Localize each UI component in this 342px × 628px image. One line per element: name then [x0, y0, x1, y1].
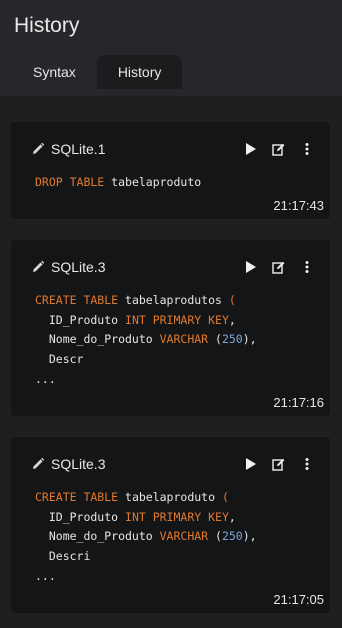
sql-line: CREATE TABLE tabelaproduto ( [35, 488, 257, 508]
edit-in-editor-icon[interactable] [272, 142, 286, 156]
edit-in-editor-icon[interactable] [272, 260, 286, 274]
more-vertical-icon[interactable] [300, 260, 314, 274]
sql-preview: DROP TABLE tabelaproduto [35, 173, 201, 193]
sql-text: , [228, 509, 236, 524]
pencil-icon[interactable] [31, 142, 45, 156]
sql-keyword: CREATE TABLE [35, 293, 119, 307]
sql-keyword: VARCHAR [159, 332, 209, 347]
history-entry[interactable]: SQLite.3 CREATE TABLE tabelaprodutos ( I… [11, 240, 330, 416]
entry-timestamp: 21:17:05 [273, 592, 324, 607]
sql-text: ( [208, 529, 222, 544]
sql-keyword: INT PRIMARY KEY [125, 312, 229, 327]
sql-text: Nome_do_Produto [35, 332, 160, 347]
sql-line: ... [35, 567, 257, 587]
database-name: SQLite.1 [51, 141, 106, 157]
sql-line: Nome_do_Produto VARCHAR (250), [35, 527, 257, 547]
sql-line: Descri [35, 547, 257, 567]
more-vertical-icon[interactable] [300, 457, 314, 471]
sql-keyword: INT PRIMARY KEY [125, 509, 229, 524]
play-icon[interactable] [244, 260, 258, 274]
sql-keyword: CREATE TABLE [35, 490, 119, 504]
sql-text: ( [208, 332, 222, 347]
play-icon[interactable] [244, 142, 258, 156]
sql-text: ID_Produto [35, 509, 126, 524]
tab-history[interactable]: History [96, 55, 183, 89]
more-vertical-icon[interactable] [300, 142, 314, 156]
sql-line: CREATE TABLE tabelaprodutos ( [35, 291, 257, 311]
sql-number: 250 [221, 529, 243, 544]
panel-title: History [14, 14, 80, 37]
sql-text: , [228, 312, 236, 327]
sql-text: Descr [35, 352, 84, 367]
sql-text: Nome_do_Produto [35, 529, 160, 544]
entry-header: SQLite.1 [31, 140, 314, 158]
entry-header: SQLite.3 [31, 258, 314, 276]
entry-timestamp: 21:17:43 [273, 198, 324, 213]
history-entry[interactable]: SQLite.3 CREATE TABLE tabelaproduto ( ID… [11, 437, 330, 613]
sql-keyword: VARCHAR [159, 529, 209, 544]
pencil-icon[interactable] [31, 457, 45, 471]
sql-text: ID_Produto [35, 312, 126, 327]
history-entry[interactable]: SQLite.1 DROP TABLE tabelaproduto 21:17:… [11, 122, 330, 219]
edit-in-editor-icon[interactable] [272, 457, 286, 471]
sql-text: ... [35, 371, 56, 386]
sql-text: tabelaprodutos [118, 293, 229, 307]
entry-timestamp: 21:17:16 [273, 395, 324, 410]
entry-actions [244, 457, 314, 471]
entry-header: SQLite.3 [31, 455, 314, 473]
pencil-icon[interactable] [31, 260, 45, 274]
sql-line: Descr [35, 350, 257, 370]
database-name: SQLite.3 [51, 259, 106, 275]
sql-keyword: ( [221, 490, 229, 504]
entry-actions [244, 260, 314, 274]
sql-preview: CREATE TABLE tabelaprodutos ( ID_Produto… [35, 291, 257, 390]
sql-text: Descri [35, 549, 91, 564]
sql-text: tabelaproduto [118, 490, 222, 504]
sql-line: Nome_do_Produto VARCHAR (250), [35, 330, 257, 350]
database-name: SQLite.3 [51, 456, 106, 472]
sql-text: ... [35, 568, 56, 583]
sql-text: ), [242, 529, 257, 544]
sql-line: ID_Produto INT PRIMARY KEY, [35, 311, 257, 331]
sql-keyword: ( [228, 293, 236, 307]
sql-text: ), [242, 332, 257, 347]
entry-actions [244, 142, 314, 156]
sql-preview: CREATE TABLE tabelaproduto ( ID_Produto … [35, 488, 257, 587]
tab-bar: Syntax History [12, 55, 183, 89]
sql-line: ... [35, 370, 257, 390]
sql-text: tabelaproduto [104, 175, 202, 189]
sql-number: 250 [221, 332, 243, 347]
history-panel-header: History Syntax History [0, 0, 342, 96]
sql-line: DROP TABLE tabelaproduto [35, 173, 201, 193]
sql-line: ID_Produto INT PRIMARY KEY, [35, 508, 257, 528]
tab-syntax[interactable]: Syntax [12, 55, 97, 89]
sql-keyword: DROP TABLE [35, 175, 105, 189]
play-icon[interactable] [244, 457, 258, 471]
